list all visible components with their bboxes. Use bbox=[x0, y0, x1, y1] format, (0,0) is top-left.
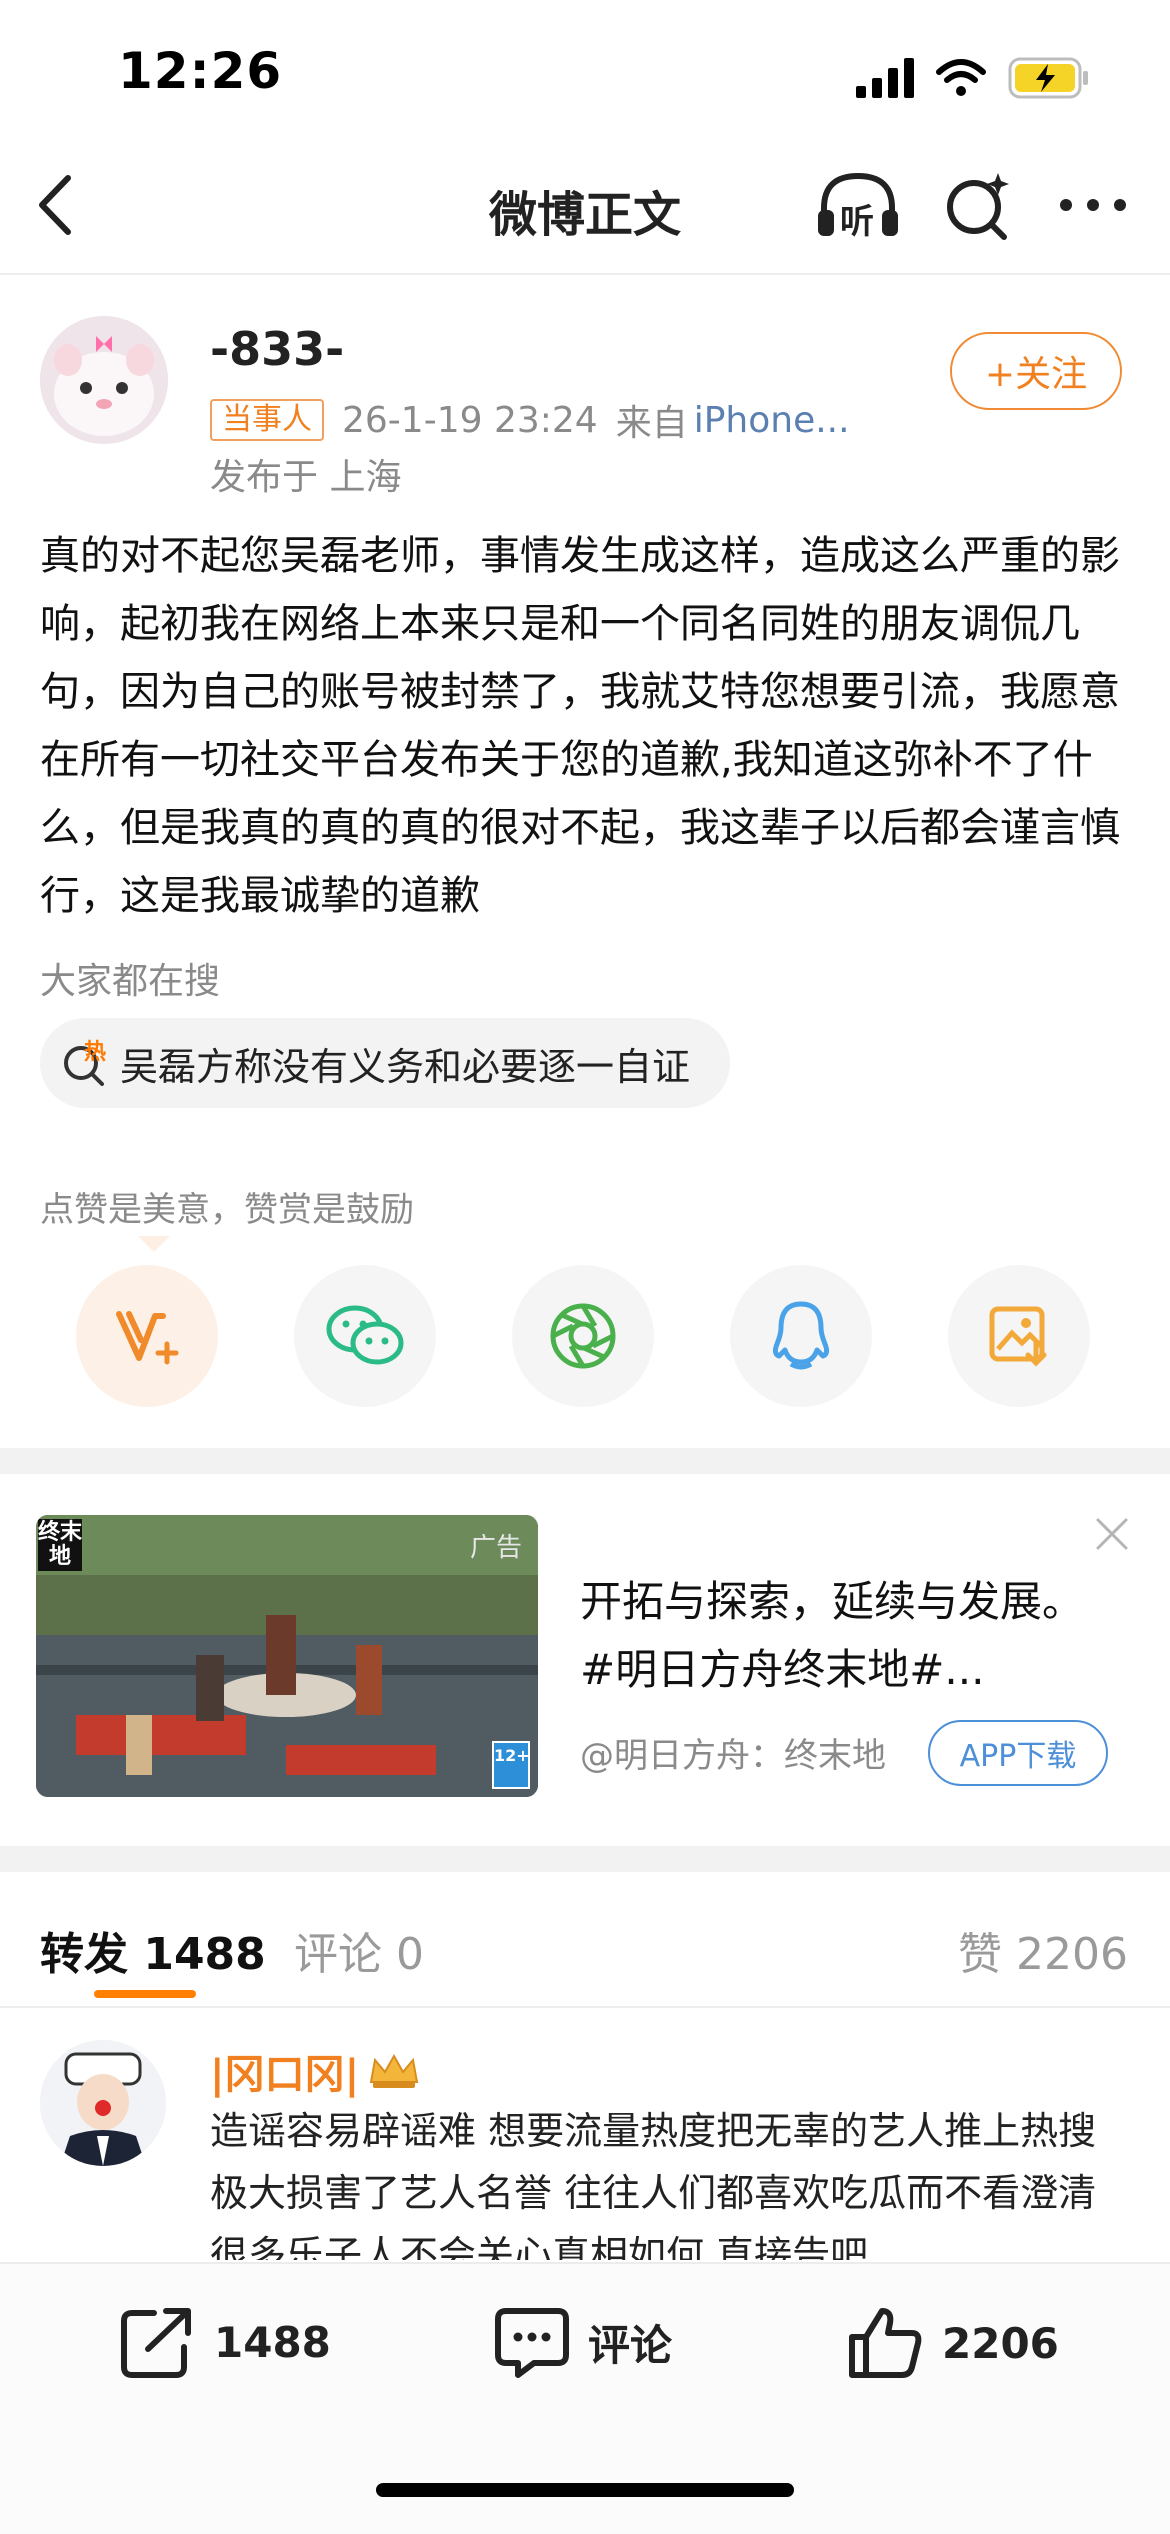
post-meta: 当事人 26-1-19 23:24 来自 iPhone... bbox=[210, 394, 850, 446]
listen-button[interactable]: 听 bbox=[816, 168, 900, 242]
tab-repost[interactable]: 转发 1488 bbox=[40, 1918, 266, 1982]
ad-title[interactable]: 开拓与探索，延续与发展。#明日方舟终末地#... bbox=[580, 1568, 1100, 1704]
tab-like-count: 2206 bbox=[1016, 1929, 1128, 1980]
listen-label: 听 bbox=[840, 202, 874, 242]
wechat-icon bbox=[326, 1305, 404, 1365]
close-icon bbox=[1096, 1518, 1128, 1550]
tab-repost-label: 转发 bbox=[40, 1929, 128, 1980]
clown-avatar-icon bbox=[40, 2040, 166, 2166]
reward-v-plus-icon bbox=[116, 1311, 179, 1365]
share-qq-button[interactable] bbox=[730, 1265, 872, 1407]
bottom-repost-button[interactable]: 1488 bbox=[118, 2305, 331, 2379]
status-time: 12:26 bbox=[118, 42, 283, 100]
reward-button[interactable] bbox=[76, 1265, 218, 1407]
tab-comment-label: 评论 bbox=[294, 1929, 382, 1980]
post-body: 真的对不起您吴磊老师，事情发生成这样，造成这么严重的影响，起初我在网络上本来只是… bbox=[40, 533, 1120, 919]
active-tab-indicator bbox=[94, 1990, 196, 1998]
ad-badge: 广告 bbox=[469, 1533, 522, 1563]
tab-repost-count: 1488 bbox=[143, 1929, 266, 1980]
repost-username[interactable]: |冈口冈| bbox=[210, 2042, 421, 2100]
repost-avatar[interactable] bbox=[40, 2040, 166, 2166]
app-download-button[interactable]: APP下载 bbox=[928, 1720, 1108, 1786]
hamster-avatar-icon bbox=[40, 316, 168, 444]
ad-logo-text: 终末地 bbox=[38, 1519, 83, 1571]
home-indicator bbox=[376, 2483, 794, 2497]
ad-close-button[interactable] bbox=[1090, 1512, 1134, 1556]
source-prefix: 来自 bbox=[615, 403, 688, 444]
hot-search-query: 吴磊方称没有义务和必要逐一自证 bbox=[120, 1044, 691, 1089]
search-sparkle-icon[interactable] bbox=[944, 169, 1014, 241]
repost-text: 造谣容易辟谣难 想要流量热度把无辜的艺人推上热搜 极大损害了艺人名誉 往往人们都… bbox=[210, 2109, 1097, 2260]
support-caret bbox=[138, 1236, 170, 1252]
tab-divider bbox=[0, 2006, 1170, 2008]
section-separator bbox=[0, 1448, 1170, 1474]
tab-like[interactable]: 赞 2206 bbox=[958, 1918, 1128, 1982]
comment-bubble-icon bbox=[495, 2308, 569, 2378]
bottom-comment-label: 评论 bbox=[588, 2320, 673, 2370]
hot-mark: 热 bbox=[84, 1040, 107, 1065]
search-heading: 大家都在搜 bbox=[40, 961, 221, 1002]
bottom-repost-count: 1488 bbox=[214, 2317, 331, 2367]
author-name[interactable]: -833- bbox=[210, 322, 344, 376]
crown-badge-icon bbox=[370, 2053, 419, 2088]
battery-icon bbox=[1008, 57, 1088, 99]
tab-comment-count: 0 bbox=[396, 1929, 424, 1980]
post-datetime: 26-1-19 23:24 bbox=[342, 399, 598, 441]
moments-icon bbox=[550, 1303, 616, 1369]
nav-divider bbox=[0, 273, 1170, 275]
support-hint: 点赞是美意，赞赏是鼓励 bbox=[40, 1190, 414, 1230]
nav-actions: 听 bbox=[816, 168, 1128, 242]
hot-search-icon: 热 bbox=[62, 1040, 108, 1086]
ad-source: @明日方舟：终末地 bbox=[580, 1736, 886, 1776]
author-avatar[interactable] bbox=[40, 316, 168, 444]
ad-image[interactable]: 终末地 广告 12+ bbox=[36, 1515, 538, 1797]
tab-like-label: 赞 bbox=[958, 1929, 1003, 1980]
share-arrow-icon bbox=[121, 2308, 191, 2378]
follow-button[interactable]: +关注 bbox=[950, 332, 1122, 410]
age-rating-badge: 12+ bbox=[492, 1741, 530, 1789]
post-source[interactable]: iPhone... bbox=[694, 400, 850, 441]
repost-username-text: |冈口冈| bbox=[210, 2052, 360, 2098]
status-icons bbox=[856, 48, 1090, 108]
share-moments-button[interactable] bbox=[512, 1265, 654, 1407]
bottom-like-count: 2206 bbox=[942, 2318, 1059, 2368]
role-badge: 当事人 bbox=[210, 399, 324, 441]
qq-icon bbox=[772, 1301, 830, 1370]
thumbs-up-icon bbox=[849, 2308, 922, 2378]
save-image-icon bbox=[989, 1306, 1047, 1367]
share-wechat-button[interactable] bbox=[294, 1265, 436, 1407]
save-image-button[interactable] bbox=[948, 1265, 1090, 1407]
tab-comment[interactable]: 评论 0 bbox=[294, 1918, 424, 1982]
app-download-label: APP下载 bbox=[959, 1739, 1077, 1774]
bottom-like-button[interactable]: 2206 bbox=[846, 2305, 1059, 2381]
bottom-comment-button[interactable]: 评论 bbox=[494, 2305, 672, 2379]
wifi-icon bbox=[936, 59, 986, 96]
section-separator bbox=[0, 1846, 1170, 1872]
follow-label: +关注 bbox=[984, 354, 1088, 395]
signal-icon bbox=[856, 58, 914, 98]
game-scene-image bbox=[36, 1515, 538, 1797]
hot-search-chip[interactable]: 热 吴磊方称没有义务和必要逐一自证 bbox=[40, 1018, 731, 1108]
post-location: 发布于 上海 bbox=[210, 457, 402, 498]
more-icon[interactable] bbox=[1058, 195, 1128, 215]
